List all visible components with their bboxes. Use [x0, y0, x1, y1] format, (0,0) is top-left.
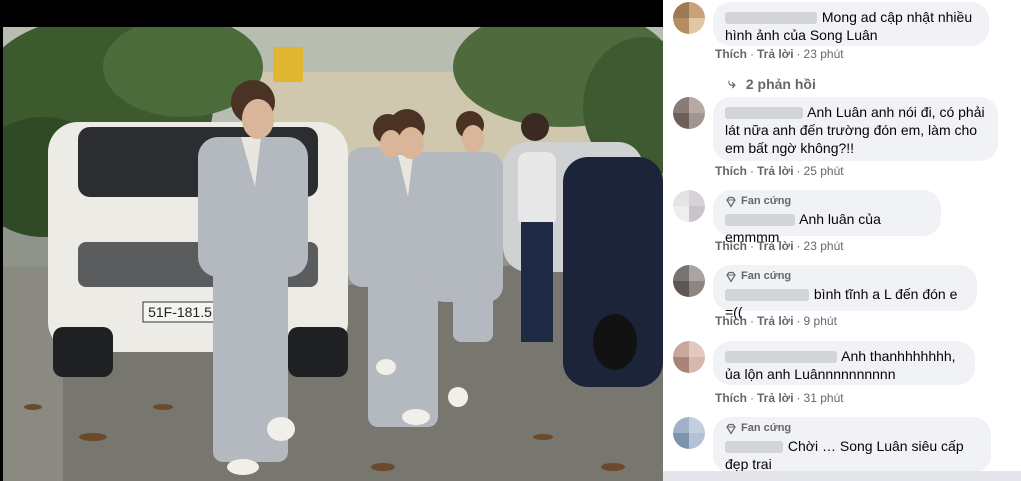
avatar[interactable]: [673, 2, 705, 34]
avatar-pixel: [689, 357, 705, 373]
avatar-pixel: [673, 265, 689, 281]
reply-arrow-icon: ⤷: [728, 75, 736, 91]
avatar[interactable]: [673, 97, 705, 129]
comment-actions: Thích · Trả lời · 23 phút: [715, 47, 844, 61]
like-link[interactable]: Thích: [715, 164, 747, 178]
avatar-pixel: [673, 97, 689, 113]
avatar-pixel: [673, 341, 689, 357]
comment-actions: Thích · Trả lời · 25 phút: [715, 164, 844, 178]
license-plate-text: 51F-181.5: [148, 304, 212, 320]
avatar-pixel: [689, 97, 705, 113]
comment-actions: Thích · Trả lời · 9 phút: [715, 314, 837, 328]
comment-actions: Thích · Trả lời · 23 phút: [715, 239, 844, 253]
comment-time[interactable]: 23 phút: [804, 239, 844, 253]
avatar-pixel: [673, 190, 689, 206]
avatar-pixel: [689, 417, 705, 433]
avatar-pixel: [689, 433, 705, 449]
avatar-pixel: [689, 265, 705, 281]
comment-bubble: Fan cứng bình tĩnh a L đến đón e =((: [713, 265, 977, 320]
avatar-pixel: [673, 2, 689, 18]
fan-badge: Fan cứng: [725, 195, 929, 208]
comment-time[interactable]: 9 phút: [804, 314, 837, 328]
comment-bubble: Anh Luân anh nói đi, có phải lát nữa anh…: [713, 97, 998, 161]
avatar-pixel: [673, 281, 689, 297]
comment-bubble: Anh thanhhhhhhh, ủa lộn anh Luânnnnnnnnn…: [713, 341, 975, 385]
avatar-pixel: [673, 417, 689, 433]
reply-link[interactable]: Trả lời: [757, 391, 794, 405]
reply-link[interactable]: Trả lời: [757, 314, 794, 328]
comment-time[interactable]: 25 phút: [804, 164, 844, 178]
replies-count-label: 2 phản hồi: [745, 75, 816, 92]
fan-badge: Fan cứng: [725, 422, 979, 435]
reply-link[interactable]: Trả lời: [757, 47, 794, 61]
avatar-pixel: [689, 341, 705, 357]
blurred-name: [725, 107, 803, 120]
blurred-name: [725, 12, 817, 25]
post-photo[interactable]: 51F-181.5: [3, 27, 663, 481]
comments-panel: Mong ad cập nhật nhiều hình ảnh của Song…: [663, 0, 1021, 481]
view-replies-link[interactable]: ⤷ 2 phản hồi: [728, 75, 816, 92]
reply-link[interactable]: Trả lời: [757, 239, 794, 253]
photo-viewer: 51F-181.5: [0, 0, 663, 481]
blurred-name: [725, 289, 809, 302]
comment-time[interactable]: 31 phút: [804, 391, 844, 405]
diamond-icon: [726, 423, 736, 435]
like-link[interactable]: Thích: [715, 239, 747, 253]
fan-badge-label: Fan cứng: [741, 270, 792, 282]
diamond-icon: [726, 271, 736, 283]
blurred-name: [725, 351, 837, 364]
avatar[interactable]: [673, 190, 705, 222]
blurred-name: [725, 214, 795, 227]
avatar-pixel: [673, 433, 689, 449]
comment-bubble: Mong ad cập nhật nhiều hình ảnh của Song…: [713, 2, 989, 46]
fan-badge-label: Fan cứng: [741, 195, 792, 207]
like-link[interactable]: Thích: [715, 391, 747, 405]
avatar-pixel: [689, 18, 705, 34]
comment-bubble: Fan cứng Anh luân của emmmm: [713, 190, 941, 245]
avatar-pixel: [673, 113, 689, 129]
avatar-pixel: [689, 206, 705, 222]
like-link[interactable]: Thích: [715, 47, 747, 61]
diamond-icon: [726, 196, 736, 208]
photo-illustration: 51F-181.5: [3, 27, 663, 481]
blurred-name: [725, 441, 783, 454]
avatar[interactable]: [673, 265, 705, 297]
comment-composer-edge: [663, 471, 1021, 481]
avatar-pixel: [689, 113, 705, 129]
fan-badge: Fan cứng: [725, 270, 965, 283]
avatar-pixel: [689, 2, 705, 18]
avatar-pixel: [673, 18, 689, 34]
avatar-pixel: [673, 357, 689, 373]
avatar-pixel: [689, 190, 705, 206]
comment-time[interactable]: 23 phút: [804, 47, 844, 61]
reply-link[interactable]: Trả lời: [757, 164, 794, 178]
avatar[interactable]: [673, 341, 705, 373]
comment-bubble: Fan cứng Chời … Song Luân siêu cấp đẹp t…: [713, 417, 991, 473]
comment-actions: Thích · Trả lời · 31 phút: [715, 391, 844, 405]
fan-badge-label: Fan cứng: [741, 422, 792, 434]
avatar[interactable]: [673, 417, 705, 449]
avatar-pixel: [673, 206, 689, 222]
like-link[interactable]: Thích: [715, 314, 747, 328]
avatar-pixel: [689, 281, 705, 297]
